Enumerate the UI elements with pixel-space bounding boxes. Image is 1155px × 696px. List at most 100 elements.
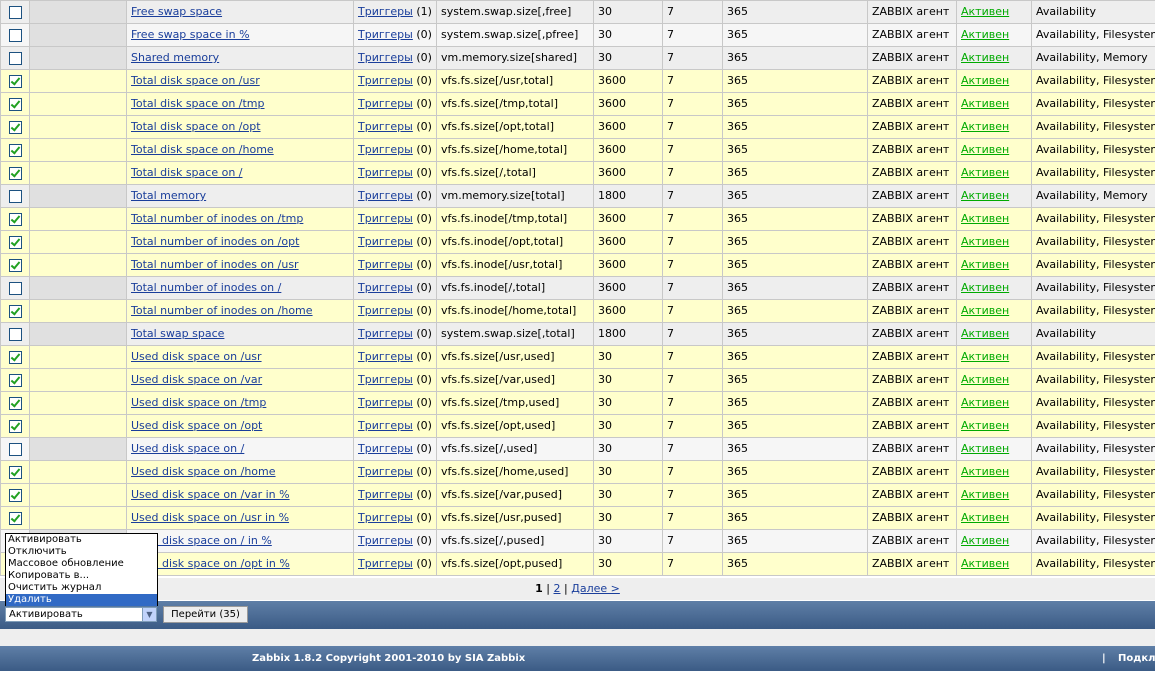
row-checkbox[interactable] [8,97,22,111]
row-checkbox[interactable] [8,212,22,226]
item-name-link[interactable]: Used disk space on /usr in % [131,511,289,524]
item-name-link[interactable]: Free swap space in % [131,28,250,41]
go-button[interactable]: Перейти (35) [163,606,248,623]
item-name-link[interactable]: Total number of inodes on /usr [131,258,299,271]
triggers-link[interactable]: Триггеры [358,534,413,547]
status-link[interactable]: Активен [961,74,1009,87]
row-checkbox[interactable] [8,419,22,433]
triggers-link[interactable]: Триггеры [358,373,413,386]
item-name-link[interactable]: Used disk space on /var in % [131,488,290,501]
triggers-link[interactable]: Триггеры [358,166,413,179]
status-link[interactable]: Активен [961,350,1009,363]
item-name-link[interactable]: Total number of inodes on / [131,281,281,294]
triggers-link[interactable]: Триггеры [358,350,413,363]
row-checkbox[interactable] [8,350,22,364]
item-name-link[interactable]: Free swap space [131,5,222,18]
item-name-link[interactable]: Total disk space on /home [131,143,274,156]
triggers-link[interactable]: Триггеры [358,28,413,41]
row-checkbox[interactable] [8,235,22,249]
triggers-link[interactable]: Триггеры [358,419,413,432]
dropdown-option[interactable]: Удалить [6,594,157,606]
row-checkbox[interactable] [8,396,22,410]
row-checkbox[interactable] [8,28,22,42]
status-link[interactable]: Активен [961,5,1009,18]
triggers-link[interactable]: Триггеры [358,5,413,18]
dropdown-option[interactable]: Отключить [6,546,157,558]
item-name-link[interactable]: Used disk space on /var [131,373,262,386]
status-link[interactable]: Активен [961,327,1009,340]
row-checkbox[interactable] [8,143,22,157]
row-checkbox[interactable] [8,465,22,479]
row-checkbox[interactable] [8,5,22,19]
item-name-link[interactable]: Total disk space on /tmp [131,97,265,110]
row-checkbox[interactable] [8,442,22,456]
triggers-link[interactable]: Триггеры [358,120,413,133]
status-link[interactable]: Активен [961,442,1009,455]
item-name-link[interactable]: Shared memory [131,51,219,64]
dropdown-option[interactable]: Массовое обновление [6,558,157,570]
triggers-link[interactable]: Триггеры [358,258,413,271]
row-checkbox[interactable] [8,327,22,341]
status-link[interactable]: Активен [961,281,1009,294]
row-checkbox[interactable] [8,189,22,203]
pager-page-2-link[interactable]: 2 [554,582,561,595]
item-name-link[interactable]: Total number of inodes on /tmp [131,212,303,225]
item-name-link[interactable]: Total disk space on /usr [131,74,260,87]
status-link[interactable]: Активен [961,97,1009,110]
chevron-down-icon[interactable]: ▼ [142,608,156,621]
item-name-link[interactable]: Total number of inodes on /opt [131,235,299,248]
triggers-link[interactable]: Триггеры [358,488,413,501]
item-name-link[interactable]: Used disk space on / [131,442,244,455]
status-link[interactable]: Активен [961,465,1009,478]
triggers-link[interactable]: Триггеры [358,51,413,64]
status-link[interactable]: Активен [961,189,1009,202]
dropdown-option[interactable]: Очистить журнал [6,582,157,594]
status-link[interactable]: Активен [961,235,1009,248]
triggers-link[interactable]: Триггеры [358,74,413,87]
row-checkbox[interactable] [8,74,22,88]
item-name-link[interactable]: Total disk space on / [131,166,243,179]
item-name-link[interactable]: Used disk space on /home [131,465,276,478]
triggers-link[interactable]: Триггеры [358,511,413,524]
row-checkbox[interactable] [8,51,22,65]
row-checkbox[interactable] [8,258,22,272]
row-checkbox[interactable] [8,304,22,318]
status-link[interactable]: Активен [961,258,1009,271]
row-checkbox[interactable] [8,511,22,525]
item-name-link[interactable]: Used disk space on /usr [131,350,262,363]
status-link[interactable]: Активен [961,51,1009,64]
row-checkbox[interactable] [8,166,22,180]
row-checkbox[interactable] [8,488,22,502]
row-checkbox[interactable] [8,373,22,387]
status-link[interactable]: Активен [961,373,1009,386]
triggers-link[interactable]: Триггеры [358,212,413,225]
item-name-link[interactable]: Total memory [131,189,206,202]
triggers-link[interactable]: Триггеры [358,304,413,317]
status-link[interactable]: Активен [961,419,1009,432]
status-link[interactable]: Активен [961,143,1009,156]
status-link[interactable]: Активен [961,511,1009,524]
dropdown-option[interactable]: Активировать [6,534,157,546]
status-link[interactable]: Активен [961,212,1009,225]
row-checkbox[interactable] [8,281,22,295]
triggers-link[interactable]: Триггеры [358,442,413,455]
triggers-link[interactable]: Триггеры [358,189,413,202]
item-name-link[interactable]: Total swap space [131,327,224,340]
status-link[interactable]: Активен [961,396,1009,409]
row-checkbox[interactable] [8,120,22,134]
status-link[interactable]: Активен [961,120,1009,133]
status-link[interactable]: Активен [961,166,1009,179]
triggers-link[interactable]: Триггеры [358,281,413,294]
triggers-link[interactable]: Триггеры [358,557,413,570]
triggers-link[interactable]: Триггеры [358,97,413,110]
triggers-link[interactable]: Триггеры [358,465,413,478]
status-link[interactable]: Активен [961,28,1009,41]
item-name-link[interactable]: Used disk space on /opt [131,419,262,432]
dropdown-option[interactable]: Копировать в... [6,570,157,582]
pager-next-link[interactable]: Далее > [571,582,620,595]
triggers-link[interactable]: Триггеры [358,327,413,340]
item-name-link[interactable]: Total disk space on /opt [131,120,261,133]
status-link[interactable]: Активен [961,488,1009,501]
status-link[interactable]: Активен [961,304,1009,317]
triggers-link[interactable]: Триггеры [358,396,413,409]
